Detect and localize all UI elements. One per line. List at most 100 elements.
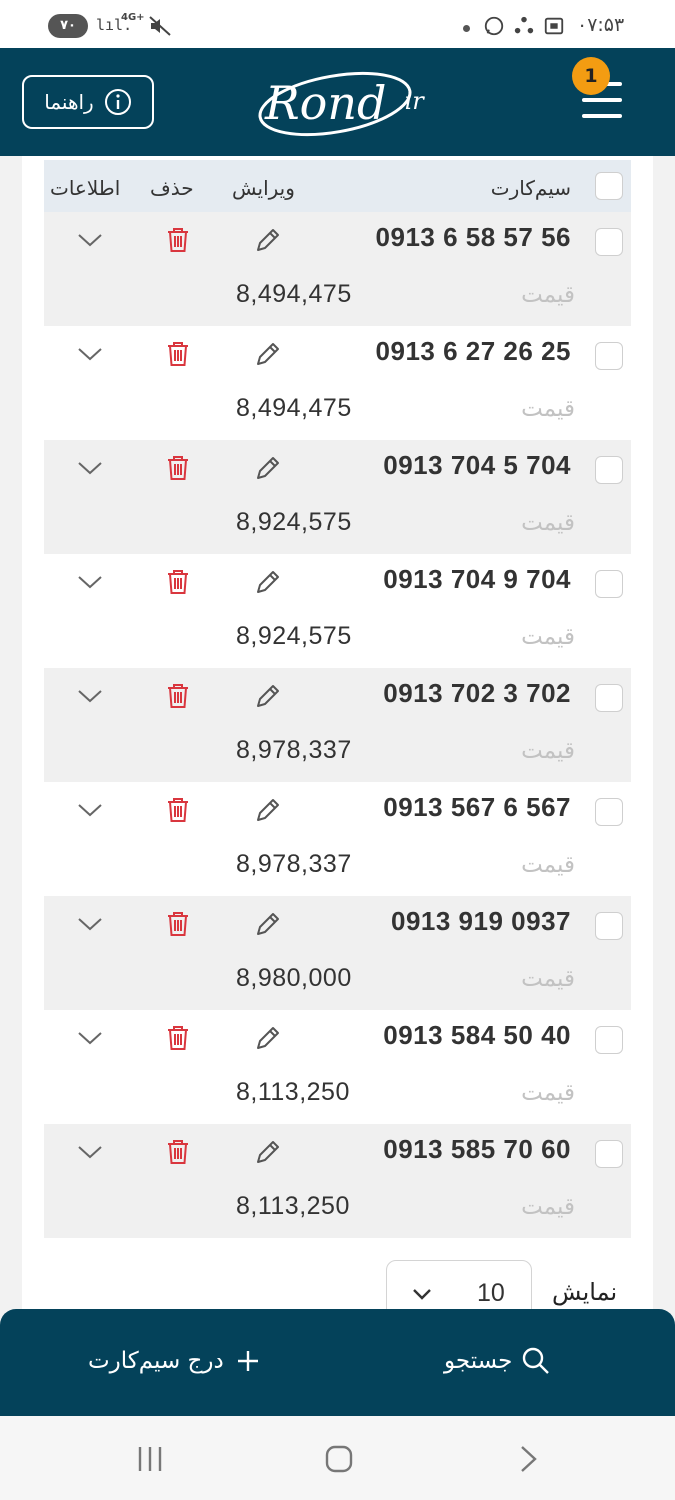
chevron-down-icon[interactable]	[74, 224, 106, 256]
edit-pencil-icon[interactable]	[252, 224, 284, 256]
sim-number: 0913 567 6 567	[383, 792, 571, 822]
whatsapp-icon	[484, 16, 504, 36]
search-button[interactable]: جستجو	[444, 1345, 552, 1377]
edit-pencil-icon[interactable]	[252, 1136, 284, 1168]
edit-pencil-icon[interactable]	[252, 452, 284, 484]
table-row: 0913 584 50 40 قیمت 8,113,250	[44, 1010, 631, 1124]
recent-apps-icon[interactable]	[133, 1442, 167, 1476]
price-value: 8,494,475	[236, 394, 352, 422]
mute-icon	[149, 16, 171, 36]
chevron-down-icon[interactable]	[74, 794, 106, 826]
sim-card-list: سیم‌کارت ویرایش حذف اطلاعات 0913 6 58 57…	[22, 156, 653, 1316]
edit-pencil-icon[interactable]	[252, 794, 284, 826]
row-checkbox[interactable]	[595, 342, 623, 370]
chevron-down-icon[interactable]	[74, 566, 106, 598]
price-value: 8,113,250	[236, 1078, 350, 1106]
edit-pencil-icon[interactable]	[252, 680, 284, 712]
price-label: قیمت	[521, 1080, 575, 1106]
edit-pencil-icon[interactable]	[252, 1022, 284, 1054]
chevron-down-icon[interactable]	[74, 1136, 106, 1168]
price-value: 8,978,337	[236, 850, 352, 878]
edit-pencil-icon[interactable]	[252, 338, 284, 370]
chevron-down-icon[interactable]	[74, 452, 106, 484]
add-sim-label: درج سیم‌کارت	[88, 1348, 224, 1374]
row-checkbox[interactable]	[595, 570, 623, 598]
table-row: 0913 585 70 60 قیمت 8,113,250	[44, 1124, 631, 1238]
row-checkbox[interactable]	[595, 912, 623, 940]
column-delete: حذف	[150, 176, 194, 200]
delete-trash-icon[interactable]	[162, 1136, 194, 1168]
price-label: قیمت	[521, 510, 575, 536]
price-value: 8,978,337	[236, 736, 352, 764]
table-row: 0913 567 6 567 قیمت 8,978,337	[44, 782, 631, 896]
row-checkbox[interactable]	[595, 684, 623, 712]
delete-trash-icon[interactable]	[162, 1022, 194, 1054]
home-icon[interactable]	[322, 1442, 356, 1476]
price-label: قیمت	[521, 624, 575, 650]
rond-logo[interactable]: Rond .ir	[255, 64, 435, 140]
chevron-down-icon[interactable]	[74, 680, 106, 712]
table-row: 0913 704 9 704 قیمت 8,924,575	[44, 554, 631, 668]
delete-trash-icon[interactable]	[162, 794, 194, 826]
notification-badge[interactable]: 1	[572, 57, 610, 95]
delete-trash-icon[interactable]	[162, 908, 194, 940]
logo-suffix: .ir	[397, 87, 425, 115]
app-header: راهنما Rond .ir	[0, 48, 675, 156]
row-checkbox[interactable]	[595, 228, 623, 256]
delete-trash-icon[interactable]	[162, 224, 194, 256]
add-sim-button[interactable]: درج سیم‌کارت	[88, 1345, 264, 1377]
table-row: 0913 704 5 704 قیمت 8,924,575	[44, 440, 631, 554]
system-navigation-bar	[0, 1416, 675, 1500]
row-checkbox[interactable]	[595, 798, 623, 826]
info-icon	[104, 89, 131, 115]
chevron-down-icon[interactable]	[74, 908, 106, 940]
price-value: 8,494,475	[236, 280, 352, 308]
search-icon	[523, 1347, 550, 1374]
chevron-down-icon	[413, 1289, 431, 1300]
delete-trash-icon[interactable]	[162, 452, 194, 484]
network-type: 4G+	[121, 12, 145, 23]
select-all-checkbox[interactable]	[595, 172, 623, 200]
delete-trash-icon[interactable]	[162, 566, 194, 598]
sim-number: 0913 6 58 57 56	[375, 222, 571, 252]
status-bar: ۷۰ lıl. 4G+ ۰۷:۵۳	[0, 0, 675, 48]
delete-trash-icon[interactable]	[162, 680, 194, 712]
edit-pencil-icon[interactable]	[252, 908, 284, 940]
row-checkbox[interactable]	[595, 456, 623, 484]
chevron-down-icon[interactable]	[74, 338, 106, 370]
price-label: قیمت	[521, 852, 575, 878]
page-size-select[interactable]: 10	[386, 1260, 532, 1316]
price-value: 8,924,575	[236, 508, 352, 536]
search-label: جستجو	[444, 1348, 513, 1374]
page-size-value: 10	[477, 1279, 505, 1307]
sim-number: 0913 584 50 40	[383, 1020, 571, 1050]
table-row: 0913 702 3 702 قیمت 8,978,337	[44, 668, 631, 782]
sim-number: 0913 704 5 704	[383, 450, 571, 480]
column-edit: ویرایش	[232, 176, 295, 200]
help-button[interactable]: راهنما	[22, 75, 154, 129]
screenshot-icon	[544, 17, 564, 35]
price-label: قیمت	[521, 1194, 575, 1220]
table-row: 0913 919 0937 قیمت 8,980,000	[44, 896, 631, 1010]
row-checkbox[interactable]	[595, 1140, 623, 1168]
sync-icon	[514, 16, 534, 34]
plus-icon	[237, 1351, 258, 1371]
chevron-down-icon[interactable]	[74, 1022, 106, 1054]
battery-indicator: ۷۰	[48, 14, 88, 38]
row-checkbox[interactable]	[595, 1026, 623, 1054]
bottom-action-bar: جستجو درج سیم‌کارت	[0, 1309, 675, 1416]
clock: ۰۷:۵۳	[577, 14, 625, 36]
price-label: قیمت	[521, 966, 575, 992]
table-row: 0913 6 58 57 56 قیمت 8,494,475	[44, 212, 631, 326]
delete-trash-icon[interactable]	[162, 338, 194, 370]
sim-number: 0913 704 9 704	[383, 564, 571, 594]
edit-pencil-icon[interactable]	[252, 566, 284, 598]
price-label: قیمت	[521, 282, 575, 308]
price-value: 8,113,250	[236, 1192, 350, 1220]
sim-number: 0913 919 0937	[390, 906, 571, 936]
logo-text: Rond	[264, 76, 386, 130]
column-info: اطلاعات	[50, 176, 121, 200]
back-icon[interactable]	[512, 1442, 546, 1476]
help-label: راهنما	[44, 90, 94, 114]
price-value: 8,924,575	[236, 622, 352, 650]
